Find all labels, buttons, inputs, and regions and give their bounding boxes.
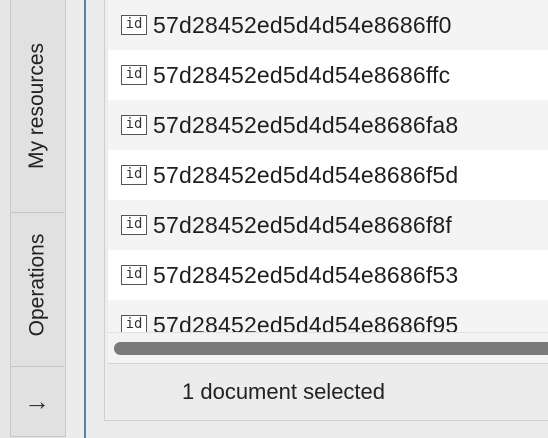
tab-my-resources[interactable]: My resources [10, 0, 64, 212]
app-window: My resources Operations → id 57d28452ed5… [0, 0, 548, 438]
list-item[interactable]: id 57d28452ed5d4d54e8686f8f [108, 200, 548, 250]
list-item[interactable]: id 57d28452ed5d4d54e8686f53 [108, 250, 548, 300]
list-item[interactable]: id 57d28452ed5d4d54e8686f95 [108, 300, 548, 332]
document-id: 57d28452ed5d4d54e8686fa8 [153, 111, 459, 138]
list-item[interactable]: id 57d28452ed5d4d54e8686ff0 [108, 0, 548, 50]
id-icon: id [121, 15, 147, 35]
document-id: 57d28452ed5d4d54e8686ff0 [153, 11, 452, 38]
status-bar: 1 document selected [108, 363, 548, 420]
tab-my-resources-label: My resources [25, 42, 48, 170]
documents-panel: id 57d28452ed5d4d54e8686ff0 id 57d28452e… [86, 0, 548, 438]
arrow-right-icon[interactable]: → [10, 368, 64, 434]
selection-status: 1 document selected [182, 379, 386, 404]
list-item[interactable]: id 57d28452ed5d4d54e8686fa8 [108, 100, 548, 150]
document-id: 57d28452ed5d4d54e8686ffc [153, 61, 451, 88]
gutter [66, 0, 84, 438]
document-id: 57d28452ed5d4d54e8686f95 [153, 311, 459, 333]
document-id: 57d28452ed5d4d54e8686f53 [153, 261, 459, 288]
document-list: id 57d28452ed5d4d54e8686ff0 id 57d28452e… [108, 0, 548, 332]
list-item[interactable]: id 57d28452ed5d4d54e8686ffc [108, 50, 548, 100]
id-icon: id [121, 165, 147, 185]
tab-divider [10, 366, 64, 367]
list-item[interactable]: id 57d28452ed5d4d54e8686f5d [108, 150, 548, 200]
id-icon: id [121, 215, 147, 235]
document-id: 57d28452ed5d4d54e8686f8f [153, 211, 452, 238]
tab-operations[interactable]: Operations [10, 212, 64, 358]
id-icon: id [121, 315, 147, 332]
horizontal-scrollbar-thumb[interactable] [114, 342, 548, 355]
side-tab-strip: My resources Operations → [0, 0, 66, 438]
id-icon: id [121, 265, 147, 285]
horizontal-scrollbar[interactable] [108, 332, 548, 363]
id-icon: id [121, 115, 147, 135]
id-icon: id [121, 65, 147, 85]
tab-operations-label: Operations [25, 233, 49, 337]
document-id: 57d28452ed5d4d54e8686f5d [153, 161, 459, 188]
